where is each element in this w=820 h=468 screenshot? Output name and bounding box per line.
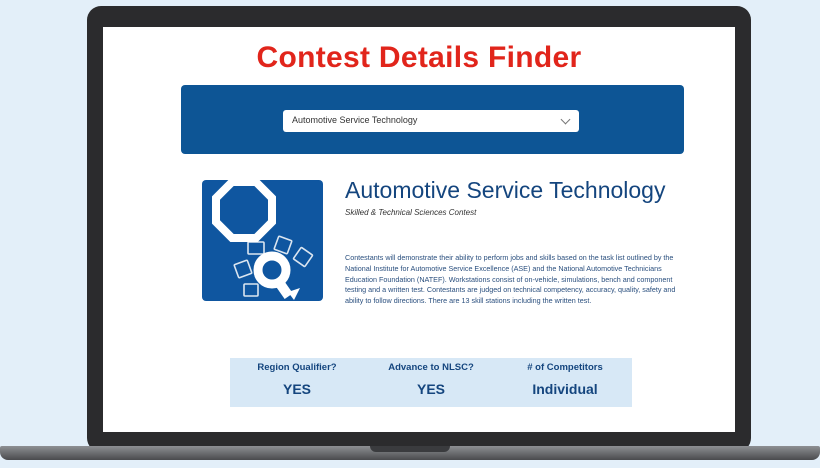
page-title: Contest Details Finder bbox=[256, 41, 582, 74]
chevron-down-icon bbox=[560, 114, 571, 125]
gear-wrench-graphic bbox=[212, 178, 314, 300]
contest-description: Contestants will demonstrate their abili… bbox=[345, 253, 676, 306]
stat-label: # of Competitors bbox=[527, 362, 603, 373]
browser-screen: Contest Details Finder Automotive Servic… bbox=[103, 27, 735, 432]
stat-value: YES bbox=[282, 381, 311, 397]
laptop-base bbox=[0, 440, 820, 468]
contest-dropdown[interactable]: Automotive Service Technology bbox=[283, 110, 579, 132]
stat-value: YES bbox=[416, 381, 445, 397]
contest-dropdown-value: Automotive Service Technology bbox=[292, 115, 418, 125]
contest-title: Automotive Service Technology bbox=[345, 177, 666, 203]
contest-category: Skilled & Technical Sciences Contest bbox=[345, 208, 477, 217]
stat-label: Advance to NLSC? bbox=[388, 362, 474, 373]
stat-value: Individual bbox=[532, 381, 598, 397]
gear-wrench-icon bbox=[202, 178, 323, 301]
contest-selector-panel: Automotive Service Technology bbox=[181, 85, 684, 154]
laptop-notch bbox=[370, 446, 450, 452]
octagon-ring bbox=[212, 178, 276, 242]
stat-label: Region Qualifier? bbox=[257, 362, 337, 373]
contest-stats: Region Qualifier? YES Advance to NLSC? Y… bbox=[230, 358, 632, 407]
